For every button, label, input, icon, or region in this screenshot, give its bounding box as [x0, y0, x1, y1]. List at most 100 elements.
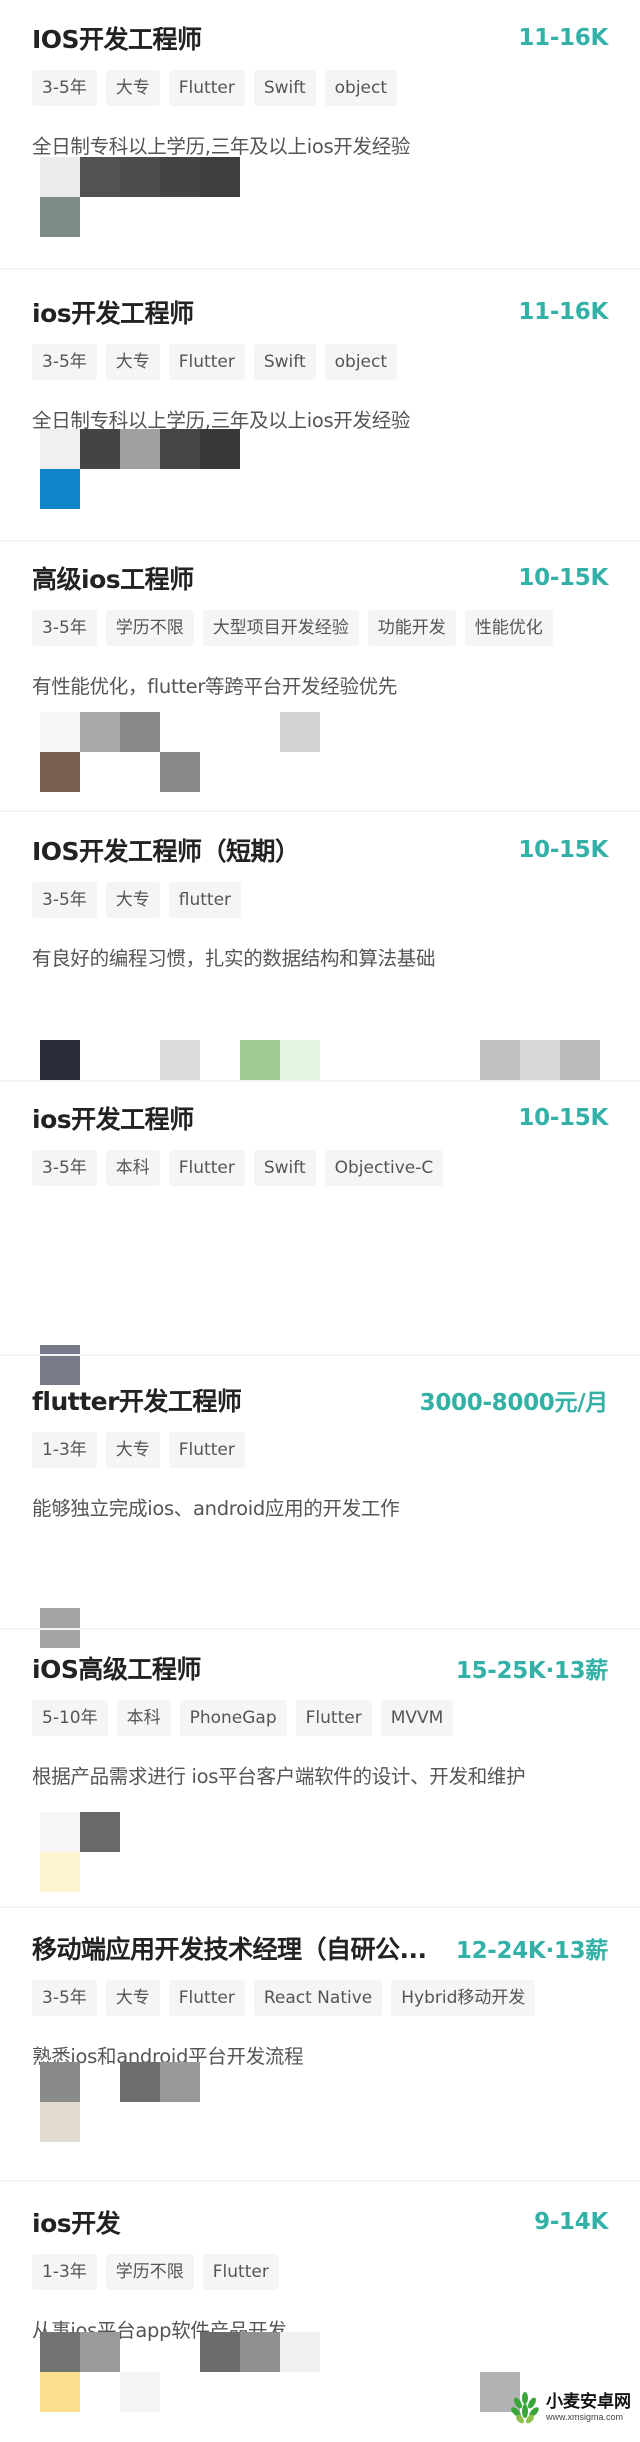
- job-card-header: ios开发工程师 11-16K: [32, 292, 608, 332]
- mosaic-block: [40, 157, 80, 197]
- job-description: 有性能优化，flutter等跨平台开发经验优先: [32, 675, 398, 698]
- mosaic-block: [480, 1040, 520, 1080]
- mosaic-block: [520, 1040, 560, 1080]
- job-tag: 1-3年: [32, 1432, 97, 1468]
- salary-range: 10-15K: [518, 1105, 608, 1131]
- job-tag: Objective-C: [324, 1150, 444, 1186]
- mosaic-block: [160, 429, 200, 469]
- job-title[interactable]: ios开发: [32, 2204, 121, 2240]
- salary-range: 11-16K: [518, 25, 608, 51]
- job-tag: Flutter: [168, 70, 245, 106]
- card-divider: [0, 1080, 640, 1082]
- job-card-header: flutter开发工程师 3000-8000元/月: [32, 1380, 608, 1420]
- salary-range: 11-16K: [518, 299, 608, 325]
- job-title[interactable]: IOS开发工程师: [32, 20, 202, 56]
- job-description: 能够独立完成ios、android应用的开发工作: [32, 1497, 400, 1520]
- job-card-header: IOS开发工程师（短期） 10-15K: [32, 830, 608, 870]
- job-tags: 3-5年 大专 flutter: [32, 882, 242, 918]
- mosaic-block: [40, 2062, 80, 2102]
- mosaic-block: [120, 429, 160, 469]
- job-tag: object: [324, 344, 398, 380]
- wheat-logo-icon: [511, 2392, 539, 2424]
- job-tag: 大专: [105, 1432, 160, 1468]
- job-card-header: ios开发工程师 10-15K: [32, 1098, 608, 1138]
- job-tag: MVVM: [380, 1700, 454, 1736]
- mosaic-block: [40, 1852, 80, 1892]
- job-tags: 3-5年 大专 Flutter React Native Hybrid移动开发: [32, 1980, 536, 2016]
- mosaic-block: [120, 157, 160, 197]
- pixelated-company-info: [40, 2062, 600, 2152]
- job-title[interactable]: ios开发工程师: [32, 1100, 194, 1136]
- mosaic-block: [40, 712, 80, 752]
- job-card-header: 移动端应用开发技术经理（自研公... 12-24K·13薪: [32, 1928, 608, 1968]
- job-card-header: 高级ios工程师 10-15K: [32, 558, 608, 598]
- mosaic-block: [160, 752, 200, 792]
- job-title[interactable]: flutter开发工程师: [32, 1382, 242, 1418]
- job-tag: 大专: [105, 882, 160, 918]
- job-tag: 3-5年: [32, 610, 97, 646]
- mosaic-block: [560, 1040, 600, 1080]
- mosaic-block: [120, 2062, 160, 2102]
- mosaic-block: [40, 469, 80, 509]
- job-tag: 3-5年: [32, 1150, 97, 1186]
- job-title[interactable]: IOS开发工程师（短期）: [32, 832, 300, 868]
- job-tag: Flutter: [168, 1980, 245, 2016]
- card-divider: [0, 1628, 640, 1630]
- mosaic-block: [40, 2372, 80, 2412]
- job-card-header: IOS开发工程师 11-16K: [32, 18, 608, 58]
- mosaic-block: [120, 2372, 160, 2412]
- job-title[interactable]: 移动端应用开发技术经理（自研公...: [32, 1930, 427, 1966]
- mosaic-block: [280, 1040, 320, 1080]
- job-tag: object: [324, 70, 398, 106]
- job-description: 根据产品需求进行 ios平台客户端软件的设计、开发和维护: [32, 1765, 526, 1788]
- mosaic-block: [120, 712, 160, 752]
- job-description: 有良好的编程习惯，扎实的数据结构和算法基础: [32, 947, 436, 970]
- job-tag: PhoneGap: [179, 1700, 287, 1736]
- salary-range: 10-15K: [518, 565, 608, 591]
- job-tag: Flutter: [168, 1432, 245, 1468]
- watermark-name: 小麦安卓网: [546, 2392, 631, 2412]
- card-divider: [0, 1906, 640, 1908]
- mosaic-block: [160, 157, 200, 197]
- card-divider: [0, 1354, 640, 1356]
- mosaic-block: [80, 1812, 120, 1852]
- job-tag: 大专: [105, 1980, 160, 2016]
- job-card[interactable]: ios开发工程师 10-15K 3-5年 本科 Flutter Swift Objectiv…: [0, 1098, 640, 1338]
- job-tags: 3-5年 大专 Flutter Swift object: [32, 70, 398, 106]
- mosaic-block: [40, 2102, 80, 2142]
- mosaic-block: [40, 1812, 80, 1852]
- job-tag: Hybrid移动开发: [391, 1980, 536, 2016]
- watermark-url: www.xmsigma.com: [546, 2412, 624, 2422]
- mosaic-block: [40, 429, 80, 469]
- job-title[interactable]: 高级ios工程师: [32, 560, 194, 596]
- job-tag: 1-3年: [32, 2254, 97, 2290]
- mosaic-block: [280, 712, 320, 752]
- job-tag: 3-5年: [32, 344, 97, 380]
- mosaic-block: [40, 752, 80, 792]
- job-tag: Flutter: [168, 344, 245, 380]
- job-tag: Swift: [253, 1150, 316, 1186]
- salary-range: 15-25K·13薪: [455, 1658, 608, 1684]
- job-tag: React Native: [253, 1980, 383, 2016]
- job-tag: Flutter: [295, 1700, 372, 1736]
- job-card-header: iOS高级工程师 15-25K·13薪: [32, 1648, 608, 1688]
- salary-range: 3000-8000元/月: [419, 1390, 609, 1416]
- mosaic-block: [200, 157, 240, 197]
- mosaic-block: [40, 1345, 80, 1385]
- watermark: 小麦安卓网 www.xmsigma.com: [508, 2385, 636, 2431]
- pixelated-company-info: [40, 157, 600, 247]
- job-tags: 3-5年 本科 Flutter Swift Objective-C: [32, 1150, 444, 1186]
- mosaic-block: [40, 2332, 80, 2372]
- salary-range: 12-24K·13薪: [455, 1938, 608, 1964]
- job-tag: Swift: [253, 70, 316, 106]
- job-title[interactable]: ios开发工程师: [32, 294, 194, 330]
- job-title[interactable]: iOS高级工程师: [32, 1650, 201, 1686]
- pixelated-company-info: [40, 1812, 600, 1902]
- job-tags: 3-5年 学历不限 大型项目开发经验 功能开发 性能优化: [32, 610, 553, 646]
- job-description: 全日制专科以上学历,三年及以上ios开发经验: [32, 135, 411, 158]
- card-divider: [0, 2180, 640, 2182]
- mosaic-block: [280, 2332, 320, 2372]
- job-tag: 本科: [105, 1150, 160, 1186]
- mosaic-block: [160, 2062, 200, 2102]
- pixelated-company-info: [40, 429, 600, 519]
